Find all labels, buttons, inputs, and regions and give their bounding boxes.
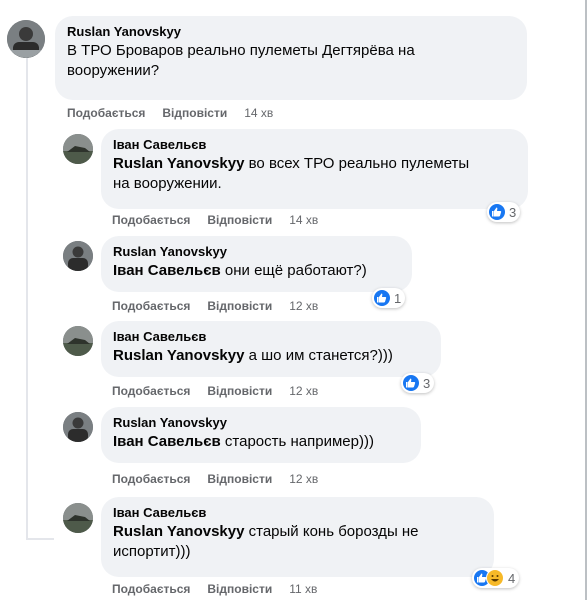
reaction-count: 4 bbox=[508, 570, 516, 586]
mention-link[interactable]: Іван Савельєв bbox=[113, 262, 221, 279]
reaction-summary[interactable]: 3 bbox=[487, 202, 521, 222]
reply-button[interactable]: Відповісти bbox=[207, 213, 272, 227]
thread-line bbox=[26, 56, 28, 538]
like-button[interactable]: Подобається bbox=[67, 106, 145, 120]
like-button[interactable]: Подобається bbox=[112, 582, 190, 596]
comment-bubble: Іван Савельєв Ruslan Yanovskyy а шо им с… bbox=[101, 321, 441, 377]
reply-button[interactable]: Відповісти bbox=[162, 106, 227, 120]
reply-button[interactable]: Відповісти bbox=[207, 299, 272, 313]
comment-author[interactable]: Іван Савельєв bbox=[113, 505, 482, 521]
mention-link[interactable]: Ruslan Yanovskyy bbox=[113, 155, 244, 172]
comment-actions: Подобається Відповісти 14 хв bbox=[67, 106, 290, 120]
avatar[interactable] bbox=[63, 134, 93, 164]
reaction-count: 3 bbox=[423, 375, 431, 391]
mention-link[interactable]: Іван Савельєв bbox=[113, 433, 221, 450]
comment-time[interactable]: 14 хв bbox=[244, 106, 273, 120]
reply-button[interactable]: Відповісти bbox=[207, 582, 272, 596]
comment-actions: Подобається Відповісти 12 хв bbox=[112, 472, 335, 486]
thread-line bbox=[26, 538, 54, 540]
comment-author[interactable]: Іван Савельєв bbox=[113, 137, 516, 153]
comment-time[interactable]: 12 хв bbox=[289, 299, 318, 313]
reply-button[interactable]: Відповісти bbox=[207, 472, 272, 486]
comment-bubble: Іван Савельєв Ruslan Yanovskyy во всех Т… bbox=[101, 129, 528, 209]
comment-author[interactable]: Ruslan Yanovskyy bbox=[67, 24, 515, 40]
comment-actions: Подобається Відповісти 11 хв bbox=[112, 582, 334, 596]
comment-actions: Подобається Відповісти 14 хв bbox=[112, 213, 335, 227]
like-icon bbox=[374, 290, 390, 306]
like-icon bbox=[403, 375, 419, 391]
avatar[interactable] bbox=[63, 503, 93, 533]
comment-time[interactable]: 14 хв bbox=[289, 213, 318, 227]
reply-button[interactable]: Відповісти bbox=[207, 384, 272, 398]
comment-text: Ruslan Yanovskyy старый конь борозды не и… bbox=[113, 523, 419, 560]
haha-icon bbox=[486, 569, 504, 587]
mention-link[interactable]: Ruslan Yanovskyy bbox=[113, 347, 244, 364]
comment-bubble: Ruslan Yanovskyy В ТРО Броваров реально … bbox=[55, 16, 527, 100]
like-button[interactable]: Подобається bbox=[112, 472, 190, 486]
comment-time[interactable]: 12 хв bbox=[289, 384, 318, 398]
comment-actions: Подобається Відповісти 12 хв bbox=[112, 384, 335, 398]
reaction-summary[interactable]: 4 bbox=[472, 568, 520, 588]
reaction-count: 3 bbox=[509, 204, 517, 220]
avatar[interactable] bbox=[63, 326, 93, 356]
comment-time[interactable]: 11 хв bbox=[289, 582, 317, 596]
comment-author[interactable]: Іван Савельєв bbox=[113, 329, 429, 345]
comment-time[interactable]: 12 хв bbox=[289, 472, 318, 486]
like-button[interactable]: Подобається bbox=[112, 213, 190, 227]
avatar[interactable] bbox=[7, 20, 45, 58]
comment-text: Ruslan Yanovskyy во всех ТРО реально пул… bbox=[113, 155, 470, 192]
mention-link[interactable]: Ruslan Yanovskyy bbox=[113, 523, 244, 540]
comment-bubble: Іван Савельєв Ruslan Yanovskyy старый ко… bbox=[101, 497, 494, 577]
like-button[interactable]: Подобається bbox=[112, 384, 190, 398]
comment-text: Іван Савельєв они ещё работают?) bbox=[113, 262, 367, 279]
reaction-summary[interactable]: 3 bbox=[401, 373, 435, 393]
comment-bubble: Ruslan Yanovskyy Іван Савельєв они ещё р… bbox=[101, 236, 412, 292]
truncated-previous-text bbox=[0, 0, 4, 7]
avatar[interactable] bbox=[63, 412, 93, 442]
comment-bubble: Ruslan Yanovskyy Іван Савельєв старость … bbox=[101, 407, 421, 463]
comment-text: Ruslan Yanovskyy а шо им станется?))) bbox=[113, 347, 393, 364]
reaction-summary[interactable]: 1 bbox=[372, 288, 406, 308]
comment-text: Іван Савельєв старость например))) bbox=[113, 433, 374, 450]
comment-author[interactable]: Ruslan Yanovskyy bbox=[113, 244, 400, 260]
reaction-count: 1 bbox=[394, 290, 402, 306]
comment-author[interactable]: Ruslan Yanovskyy bbox=[113, 415, 409, 431]
avatar[interactable] bbox=[63, 241, 93, 271]
comment-text: В ТРО Броваров реально пулеметы Дегтярёв… bbox=[67, 42, 415, 79]
like-button[interactable]: Подобається bbox=[112, 299, 190, 313]
comment-actions: Подобається Відповісти 12 хв bbox=[112, 299, 335, 313]
like-icon bbox=[489, 204, 505, 220]
